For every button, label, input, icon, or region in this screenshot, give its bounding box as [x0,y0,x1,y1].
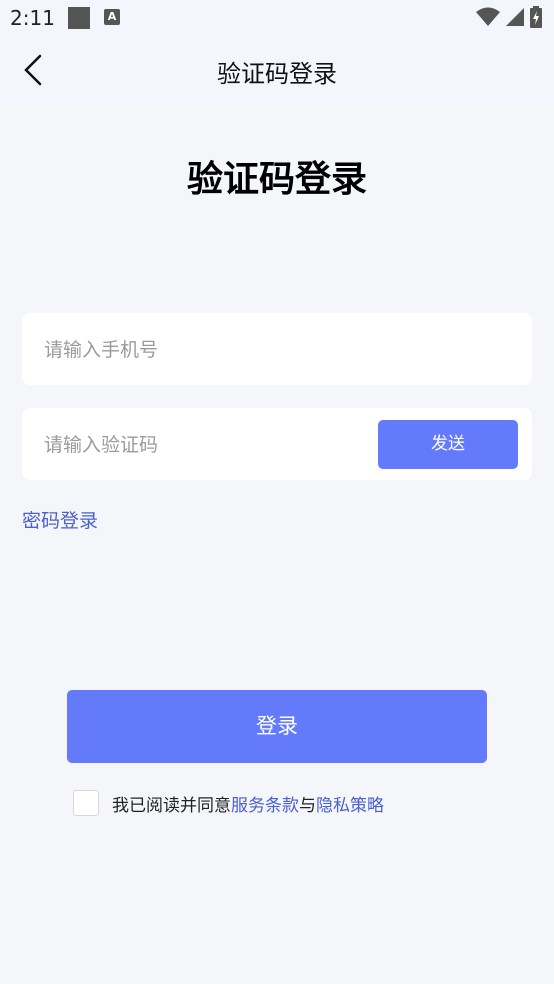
agreement-row: 我已阅读并同意服务条款与隐私策略 [73,790,384,816]
agreement-prefix: 我已阅读并同意 [112,795,231,816]
phone-input[interactable] [42,313,516,387]
notification-a-icon: A [104,9,120,25]
code-input[interactable] [42,408,366,482]
agreement-and: 与 [299,795,316,816]
app-bar-title: 验证码登录 [217,60,337,88]
phone-field [22,313,532,387]
terms-link[interactable]: 服务条款 [231,796,299,816]
login-button[interactable]: 登录 [67,690,487,763]
battery-icon [530,6,542,28]
app-bar: 验证码登录 [0,36,554,104]
password-login-link[interactable]: 密码登录 [22,506,98,533]
code-field: 发送 [22,408,532,482]
status-icons [476,6,542,28]
page-heading: 验证码登录 [186,159,367,200]
agreement-checkbox[interactable] [73,790,99,816]
status-bar: 2:11 A [0,0,554,36]
send-code-button[interactable]: 发送 [378,420,518,469]
signal-icon [506,8,524,26]
agreement-text: 我已阅读并同意服务条款与隐私策略 [112,791,384,816]
wifi-icon [476,7,500,26]
privacy-link[interactable]: 隐私策略 [316,796,384,816]
notification-square-icon [68,7,90,29]
status-time: 2:11 [10,6,55,30]
